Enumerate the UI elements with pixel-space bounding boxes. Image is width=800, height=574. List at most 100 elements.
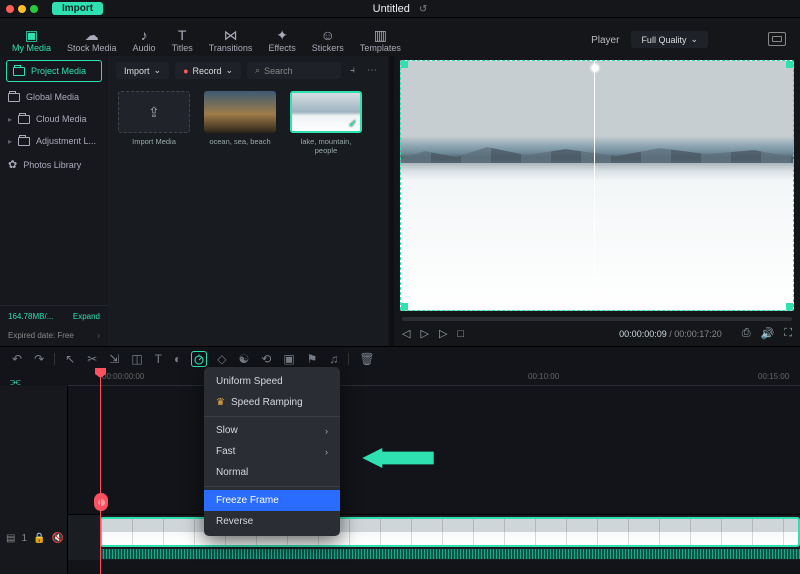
record-dropdown[interactable]: ● Record ⌄ <box>175 62 241 79</box>
time-total: 00:00:17:20 <box>674 329 722 339</box>
volume-icon[interactable]: 🔊 <box>761 327 775 340</box>
thumb-label: lake, mountain, people <box>290 137 362 155</box>
tab-audio[interactable]: ♪ Audio <box>125 25 164 56</box>
document-title: Untitled ↺ <box>0 3 800 15</box>
ruler-tick: 00:10:00 <box>528 372 559 381</box>
sidenav-label: Project Media <box>31 66 86 76</box>
resize-handle-icon[interactable] <box>786 60 794 68</box>
crown-icon: ♛ <box>216 397 225 408</box>
playhead[interactable] <box>100 370 101 574</box>
history-icon[interactable]: ↺ <box>419 4 427 15</box>
templates-icon: ▥ <box>374 27 387 43</box>
tab-templates[interactable]: ▥ Templates <box>352 25 409 56</box>
filter-icon[interactable]: ⫞ <box>347 62 358 79</box>
snapshot-icon[interactable] <box>768 32 786 46</box>
clip-card-lake[interactable]: lake, mountain, people <box>290 91 362 155</box>
tab-label: Templates <box>360 43 401 53</box>
play-button[interactable]: ▷ <box>439 327 447 340</box>
tab-my-media[interactable]: ▣ My Media <box>4 25 59 56</box>
timeline-toolbar: ↶ ↷ ↖ ✂ ⇲ ◫ T ◐ ◇ ☯ ⟲ ▣ ⚑ ♫ 🗑 <box>0 346 800 370</box>
chevron-down-icon: ⌄ <box>154 65 162 76</box>
step-fwd-button[interactable]: ▷ <box>420 327 428 340</box>
fullscreen-icon[interactable]: ⛶ <box>784 327 792 340</box>
menu-normal[interactable]: Normal <box>204 462 340 483</box>
upload-icon: ⇪ <box>148 104 160 121</box>
menu-label: Normal <box>216 467 248 478</box>
mute-icon[interactable]: 🔇 <box>51 533 63 544</box>
text-icon[interactable]: T <box>153 350 164 368</box>
sidenav-adjustment-layers[interactable]: ▸ Adjustment L... <box>0 130 108 152</box>
track-stack-icon[interactable]: ▤ <box>6 533 15 544</box>
ripple-icon[interactable]: ⇲ <box>107 350 121 368</box>
timeline-ruler[interactable]: 00:00:00:00 00:05:00 00:10:00 00:15:00 <box>68 370 800 386</box>
sidenav-global-media[interactable]: Global Media <box>0 86 108 108</box>
clip-thumb[interactable] <box>204 91 276 133</box>
marker-icon[interactable]: ⚑ <box>305 350 320 368</box>
resize-handle-icon[interactable] <box>786 303 794 311</box>
player-viewport[interactable] <box>400 60 794 311</box>
stop-button[interactable]: □ <box>457 328 464 340</box>
tab-titles[interactable]: T Titles <box>164 25 201 56</box>
annotation-arrow-icon <box>358 448 438 468</box>
crop-icon[interactable]: ◫ <box>129 350 144 368</box>
cloud-quota[interactable]: 164.78MB/... Expand <box>0 305 108 327</box>
tab-transitions[interactable]: ⋈ Transitions <box>201 25 261 56</box>
chevron-down-icon: ⌄ <box>690 34 698 45</box>
delete-icon[interactable]: 🗑 <box>357 350 376 368</box>
menu-slow[interactable]: Slow › <box>204 420 340 441</box>
undo-icon[interactable]: ↶ <box>10 350 24 368</box>
import-media-thumb[interactable]: ⇪ <box>118 91 190 133</box>
tab-label: Transitions <box>209 43 253 53</box>
audio-icon-2[interactable]: ♫ <box>327 350 340 368</box>
sidenav-cloud-media[interactable]: ▸ Cloud Media <box>0 108 108 130</box>
menu-reverse[interactable]: Reverse <box>204 511 340 532</box>
tab-stock-media[interactable]: ☁ Stock Media <box>59 25 125 56</box>
track-index: 1 <box>21 533 27 544</box>
player-panel: ◁ ▷ ▷ □ 00:00:00:09 / 00:00:17:20 ⎙ 🔊 ⛶ <box>390 56 800 346</box>
menu-uniform-speed[interactable]: Uniform Speed <box>204 371 340 392</box>
resize-handle-icon[interactable] <box>400 60 408 68</box>
speed-icon[interactable] <box>191 351 207 367</box>
player-timecode: 00:00:00:09 / 00:00:17:20 <box>619 329 722 339</box>
camera-icon[interactable]: ⎙ <box>742 327 751 340</box>
redo-icon[interactable]: ↷ <box>32 350 46 368</box>
menu-speed-ramping[interactable]: ♛ Speed Ramping <box>204 392 340 413</box>
document-title-text: Untitled <box>373 3 410 15</box>
step-back-button[interactable]: ◁ <box>402 327 410 340</box>
player-scrubber[interactable] <box>402 317 792 321</box>
audio-waveform[interactable] <box>100 549 800 559</box>
sidenav-project-media[interactable]: Project Media <box>6 60 102 82</box>
menu-fast[interactable]: Fast › <box>204 441 340 462</box>
sidenav-photos-library[interactable]: ✿ Photos Library <box>0 152 108 177</box>
preview-image <box>401 143 793 163</box>
clip-card-ocean[interactable]: ocean, sea, beach <box>204 91 276 155</box>
color-icon[interactable]: ◐ <box>172 350 183 368</box>
lock-icon[interactable]: 🔒 <box>33 533 45 544</box>
media-panel: Project Media Global Media ▸ Cloud Media… <box>0 56 388 346</box>
keyframe-icon[interactable]: ◇ <box>215 350 228 368</box>
menu-separator <box>204 416 340 417</box>
import-media-card[interactable]: ⇪ Import Media <box>118 91 190 155</box>
effects-icon: ✦ <box>276 27 288 43</box>
cut-marker-icon[interactable] <box>94 493 108 511</box>
cut-icon[interactable]: ✂ <box>85 350 99 368</box>
clip-thumb-selected[interactable] <box>290 91 362 133</box>
tab-label: Audio <box>133 43 156 53</box>
menu-freeze-frame[interactable]: Freeze Frame <box>204 490 340 511</box>
tab-effects[interactable]: ✦ Effects <box>260 25 303 56</box>
chevron-right-icon[interactable]: › <box>97 331 100 340</box>
quota-used: 164.78MB/... <box>8 312 53 321</box>
more-icon[interactable]: ⋯ <box>364 62 380 79</box>
group-icon[interactable]: ▣ <box>281 350 296 368</box>
search-input[interactable]: ⌕ Search <box>247 62 341 79</box>
cursor-icon[interactable]: ↖ <box>63 350 77 368</box>
expand-link[interactable]: Expand <box>73 312 100 321</box>
motion-icon[interactable]: ⟲ <box>259 350 273 368</box>
folder-icon <box>18 115 30 124</box>
playback-quality-select[interactable]: Full Quality ⌄ <box>631 31 708 48</box>
mask-icon[interactable]: ☯ <box>236 350 251 368</box>
resize-handle-icon[interactable] <box>400 303 408 311</box>
tab-stickers[interactable]: ☺ Stickers <box>304 25 352 56</box>
audio-icon: ♪ <box>141 27 148 43</box>
import-dropdown[interactable]: Import ⌄ <box>116 62 169 79</box>
